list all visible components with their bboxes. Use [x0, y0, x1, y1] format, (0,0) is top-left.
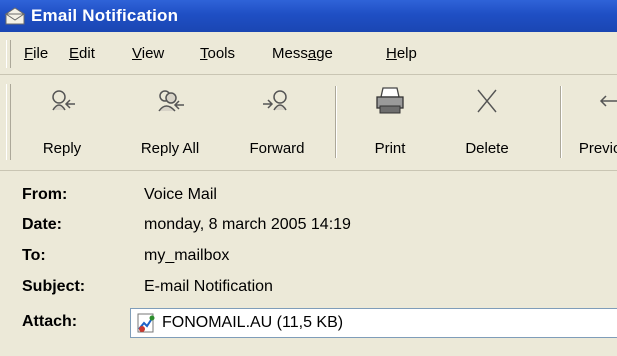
previous-icon: [599, 95, 617, 107]
toolbar: Reply Reply All Forward Print Delete Pre…: [0, 76, 617, 171]
toolbar-grip[interactable]: [6, 84, 11, 160]
menu-bar: File Edit View Tools Message Help: [0, 34, 617, 75]
from-value: Voice Mail: [144, 186, 217, 203]
toolbar-separator: [560, 86, 562, 158]
reply-icon: [52, 90, 75, 111]
window-title: Email Notification: [31, 6, 179, 25]
date-label: Date:: [22, 216, 63, 233]
reply-button[interactable]: Reply: [20, 76, 104, 170]
subject-value: E-mail Notification: [144, 278, 273, 295]
subject-label: Subject:: [22, 278, 86, 295]
menu-file[interactable]: File: [24, 45, 48, 62]
menu-edit[interactable]: Edit: [69, 45, 95, 62]
reply-all-label: Reply All: [140, 140, 200, 157]
delete-label: Delete: [465, 140, 509, 157]
forward-label: Forward: [249, 140, 305, 157]
to-value: my_mailbox: [144, 247, 230, 264]
envelope-icon: [4, 7, 26, 25]
print-label: Print: [374, 140, 406, 157]
previous-button[interactable]: Previous: [568, 76, 617, 170]
from-label: From:: [22, 186, 68, 203]
menu-bar-grip[interactable]: [6, 40, 11, 68]
forward-button[interactable]: Forward: [234, 76, 320, 170]
menu-view[interactable]: View: [132, 45, 164, 62]
reply-all-icon: [158, 90, 184, 112]
reply-all-button[interactable]: Reply All: [128, 76, 212, 170]
date-value: monday, 8 march 2005 14:19: [144, 216, 351, 233]
toolbar-separator: [335, 86, 337, 158]
reply-label: Reply: [42, 140, 82, 157]
print-button[interactable]: Print: [352, 76, 428, 170]
menu-tools[interactable]: Tools: [200, 45, 235, 62]
delete-icon: [477, 89, 497, 113]
previous-label: Previous: [578, 140, 617, 157]
title-bar[interactable]: Email Notification: [0, 0, 617, 32]
menu-message[interactable]: Message: [272, 45, 333, 62]
attach-label: Attach:: [22, 313, 78, 330]
printer-icon: [376, 87, 404, 114]
delete-button[interactable]: Delete: [446, 76, 528, 170]
audio-file-icon: [137, 313, 155, 333]
to-label: To:: [22, 247, 46, 264]
forward-icon: [263, 90, 287, 111]
menu-help[interactable]: Help: [386, 45, 417, 62]
attachment-filename[interactable]: FONOMAIL.AU (11,5 KB): [162, 314, 343, 332]
attachment-field[interactable]: FONOMAIL.AU (11,5 KB): [130, 308, 617, 338]
